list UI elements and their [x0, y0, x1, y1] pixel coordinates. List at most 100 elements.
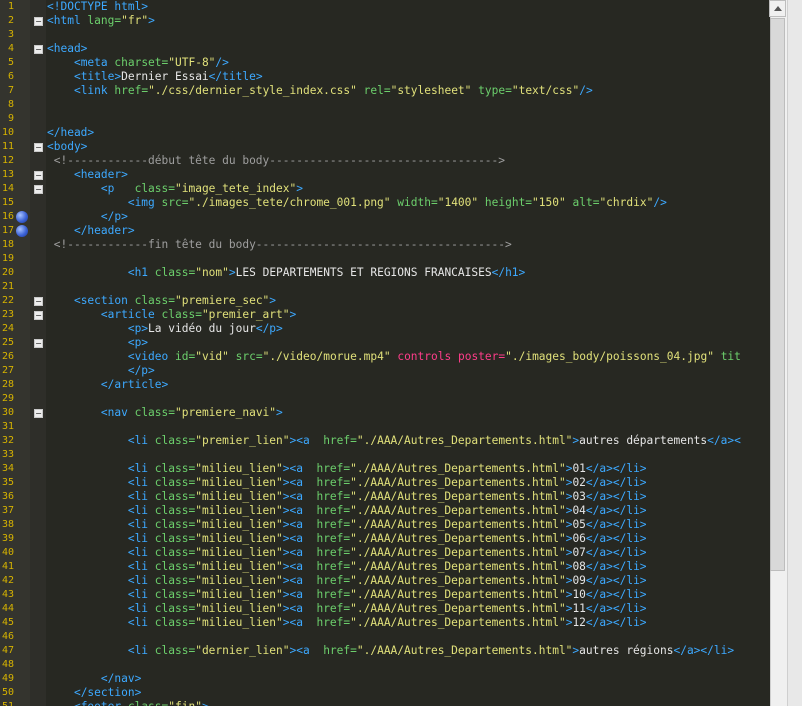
code-line[interactable]: 51 <footer class="fin">	[0, 700, 770, 706]
code-line[interactable]: 31	[0, 420, 770, 434]
code-text[interactable]: <li class="milieu_lien"><a href="./AAA/A…	[47, 602, 647, 616]
code-text[interactable]: </article>	[47, 378, 168, 392]
code-line[interactable]: 50 </section>	[0, 686, 770, 700]
code-line[interactable]: 6 <title>Dernier Essai</title>	[0, 70, 770, 84]
fold-toggle-icon[interactable]: −	[34, 297, 43, 306]
code-text[interactable]: <meta charset="UTF-8"/>	[47, 56, 229, 70]
code-line[interactable]: 29	[0, 392, 770, 406]
code-line[interactable]: 44 <li class="milieu_lien"><a href="./AA…	[0, 602, 770, 616]
bookmark-icon[interactable]	[16, 211, 28, 223]
code-line[interactable]: 13 − <header>	[0, 168, 770, 182]
code-text[interactable]: <li class="milieu_lien"><a href="./AAA/A…	[47, 490, 647, 504]
code-editor[interactable]: 1 <!DOCTYPE html> 2− <html lang="fr"> 3 4− <he…	[0, 0, 770, 706]
code-line[interactable]: 7 <link href="./css/dernier_style_index.…	[0, 84, 770, 98]
code-line[interactable]: 3	[0, 28, 770, 42]
code-line[interactable]: 14 − <p class="image_tete_index">	[0, 182, 770, 196]
code-line[interactable]: 12 <!------------début tête du body-----…	[0, 154, 770, 168]
code-line[interactable]: 34 <li class="milieu_lien"><a href="./AA…	[0, 462, 770, 476]
code-line[interactable]: 35 <li class="milieu_lien"><a href="./AA…	[0, 476, 770, 490]
code-text[interactable]: </header>	[47, 224, 135, 238]
code-line[interactable]: 36 <li class="milieu_lien"><a href="./AA…	[0, 490, 770, 504]
code-line[interactable]: 5 <meta charset="UTF-8"/>	[0, 56, 770, 70]
code-text[interactable]: <nav class="premiere_navi">	[47, 406, 283, 420]
code-line[interactable]: 18 <!------------fin tête du body-------…	[0, 238, 770, 252]
code-line[interactable]: 20 <h1 class="nom">LES DEPARTEMENTS ET R…	[0, 266, 770, 280]
code-text[interactable]: <section class="premiere_sec">	[47, 294, 276, 308]
code-text[interactable]: <li class="milieu_lien"><a href="./AAA/A…	[47, 588, 647, 602]
code-line[interactable]: 16 </p>	[0, 210, 770, 224]
code-line[interactable]: 19	[0, 252, 770, 266]
fold-toggle-icon[interactable]: −	[34, 45, 43, 54]
code-text[interactable]: <img src="./images_tete/chrome_001.png" …	[47, 196, 667, 210]
code-line[interactable]: 41 <li class="milieu_lien"><a href="./AA…	[0, 560, 770, 574]
code-line[interactable]: 30 − <nav class="premiere_navi">	[0, 406, 770, 420]
code-line[interactable]: 11 − <body>	[0, 140, 770, 154]
code-text[interactable]: <video id="vid" src="./video/morue.mp4" …	[47, 350, 741, 364]
code-text[interactable]: <p>La vidéo du jour</p>	[47, 322, 283, 336]
code-line[interactable]: 10 </head>	[0, 126, 770, 140]
code-line[interactable]: 22 − <section class="premiere_sec">	[0, 294, 770, 308]
code-line[interactable]: 38 <li class="milieu_lien"><a href="./AA…	[0, 518, 770, 532]
code-line[interactable]: 17 </header>	[0, 224, 770, 238]
code-text[interactable]: <!DOCTYPE html>	[47, 0, 148, 14]
code-line[interactable]: 49 </nav>	[0, 672, 770, 686]
code-line[interactable]: 9	[0, 112, 770, 126]
code-line[interactable]: 24 <p>La vidéo du jour</p>	[0, 322, 770, 336]
code-text[interactable]: <!------------fin tête du body----------…	[47, 238, 512, 252]
fold-toggle-icon[interactable]: −	[34, 409, 43, 418]
code-text[interactable]: <title>Dernier Essai</title>	[47, 70, 263, 84]
code-line[interactable]: 47 <li class="dernier_lien"><a href="./A…	[0, 644, 770, 658]
code-text[interactable]: </p>	[47, 364, 155, 378]
code-line[interactable]: 2 − <html lang="fr">	[0, 14, 770, 28]
code-line[interactable]: 21	[0, 280, 770, 294]
code-line[interactable]: 37 <li class="milieu_lien"><a href="./AA…	[0, 504, 770, 518]
code-text[interactable]: </head>	[47, 126, 94, 140]
code-text[interactable]: <html lang="fr">	[47, 14, 155, 28]
fold-toggle-icon[interactable]: −	[34, 17, 43, 26]
code-text[interactable]: <li class="milieu_lien"><a href="./AAA/A…	[47, 462, 647, 476]
code-text[interactable]: <p>	[47, 336, 148, 350]
code-text[interactable]: <header>	[47, 168, 128, 182]
scrollbar-thumb[interactable]	[770, 18, 785, 571]
code-text[interactable]: <li class="milieu_lien"><a href="./AAA/A…	[47, 616, 647, 630]
code-line[interactable]: 28 </article>	[0, 378, 770, 392]
code-line[interactable]: 43 <li class="milieu_lien"><a href="./AA…	[0, 588, 770, 602]
fold-toggle-icon[interactable]: −	[34, 185, 43, 194]
bookmark-icon[interactable]	[16, 225, 28, 237]
code-text[interactable]: </section>	[47, 686, 141, 700]
code-text[interactable]: <li class="milieu_lien"><a href="./AAA/A…	[47, 476, 647, 490]
code-text[interactable]: <li class="dernier_lien"><a href="./AAA/…	[47, 644, 734, 658]
code-text[interactable]: <li class="milieu_lien"><a href="./AAA/A…	[47, 518, 647, 532]
code-line[interactable]: 42 <li class="milieu_lien"><a href="./AA…	[0, 574, 770, 588]
code-text[interactable]: <h1 class="nom">LES DEPARTEMENTS ET REGI…	[47, 266, 525, 280]
code-text[interactable]: <li class="milieu_lien"><a href="./AAA/A…	[47, 546, 647, 560]
code-line[interactable]: 40 <li class="milieu_lien"><a href="./AA…	[0, 546, 770, 560]
code-line[interactable]: 39 <li class="milieu_lien"><a href="./AA…	[0, 532, 770, 546]
code-line[interactable]: 45 <li class="milieu_lien"><a href="./AA…	[0, 616, 770, 630]
code-text[interactable]: <li class="milieu_lien"><a href="./AAA/A…	[47, 504, 647, 518]
code-line[interactable]: 46	[0, 630, 770, 644]
code-text[interactable]: <footer class="fin">	[47, 700, 209, 706]
code-text[interactable]: <link href="./css/dernier_style_index.cs…	[47, 84, 593, 98]
fold-toggle-icon[interactable]: −	[34, 311, 43, 320]
code-line[interactable]: 8	[0, 98, 770, 112]
code-line[interactable]: 1 <!DOCTYPE html>	[0, 0, 770, 14]
scroll-up-arrow-icon[interactable]	[769, 0, 786, 17]
code-text[interactable]: <article class="premier_art">	[47, 308, 296, 322]
code-text[interactable]: <li class="milieu_lien"><a href="./AAA/A…	[47, 532, 647, 546]
fold-toggle-icon[interactable]: −	[34, 339, 43, 348]
code-text[interactable]: <li class="premier_lien"><a href="./AAA/…	[47, 434, 741, 448]
code-line[interactable]: 33	[0, 448, 770, 462]
code-line[interactable]: 26 <video id="vid" src="./video/morue.mp…	[0, 350, 770, 364]
code-text[interactable]: </p>	[47, 210, 128, 224]
code-text[interactable]: <li class="milieu_lien"><a href="./AAA/A…	[47, 574, 647, 588]
code-text[interactable]: <li class="milieu_lien"><a href="./AAA/A…	[47, 560, 647, 574]
code-text[interactable]: </nav>	[47, 672, 141, 686]
code-text[interactable]: <p class="image_tete_index">	[47, 182, 303, 196]
code-line[interactable]: 23 − <article class="premier_art">	[0, 308, 770, 322]
fold-toggle-icon[interactable]: −	[34, 171, 43, 180]
fold-toggle-icon[interactable]: −	[34, 143, 43, 152]
code-text[interactable]: <body>	[47, 140, 87, 154]
code-line[interactable]: 4 − <head>	[0, 42, 770, 56]
code-line[interactable]: 25 − <p>	[0, 336, 770, 350]
